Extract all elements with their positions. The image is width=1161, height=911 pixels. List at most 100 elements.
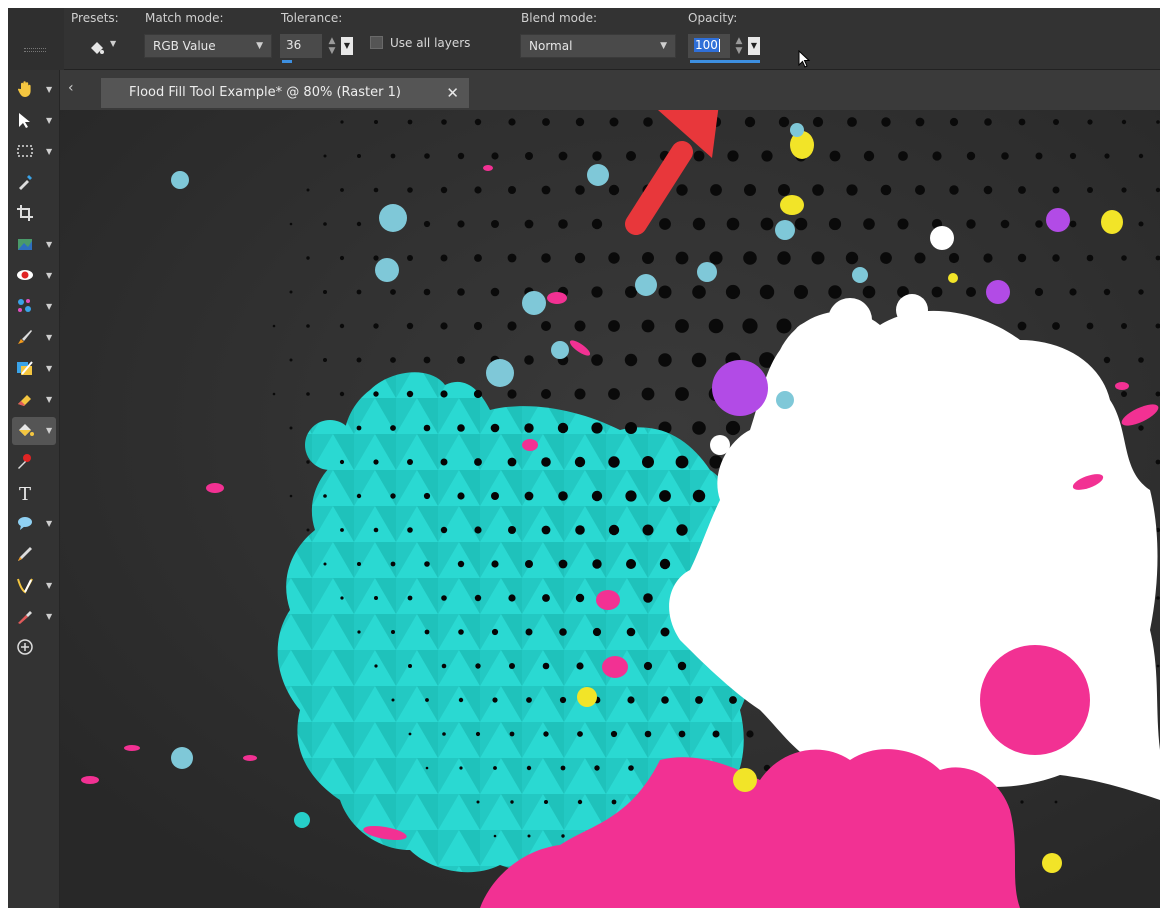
clone-brush-icon — [17, 361, 33, 375]
red-eye-tool[interactable]: ▼ — [12, 262, 56, 290]
paint-brush-tool[interactable]: ▼ — [12, 324, 56, 352]
halftone-dot — [577, 799, 583, 805]
opacity-slider-button[interactable]: ▼ — [748, 37, 760, 55]
dropper-icon — [19, 175, 32, 190]
halftone-dot — [373, 255, 379, 261]
halftone-dot — [725, 284, 741, 300]
warp-brush-tool[interactable]: ▼ — [12, 572, 56, 600]
text-icon: T — [19, 484, 31, 503]
halftone-dot — [357, 562, 361, 566]
match-mode-dropdown[interactable]: RGB Value ▼ — [144, 34, 272, 58]
halftone-dot — [863, 218, 875, 230]
halftone-dot — [558, 559, 568, 569]
halftone-dot — [778, 184, 790, 196]
text-tool[interactable]: T — [12, 479, 56, 507]
color-changer-tool[interactable] — [12, 448, 56, 476]
chevron-down-icon: ▼ — [46, 116, 53, 125]
halftone-dot — [272, 392, 276, 396]
halftone-dot — [1138, 357, 1144, 363]
halftone-dot — [759, 284, 775, 300]
halftone-dot — [983, 185, 993, 195]
halftone-dot — [441, 595, 447, 601]
flood-fill-tool[interactable]: ▼ — [12, 417, 56, 445]
halftone-dot — [474, 526, 482, 534]
paint-brush-icon — [18, 330, 32, 344]
halftone-dot — [323, 358, 327, 362]
halftone-dot — [340, 596, 344, 600]
halftone-dot — [526, 765, 532, 771]
document-tab-bar: ‹ Flood Fill Tool Example* @ 80% (Raster… — [60, 70, 1160, 110]
canvas-artwork — [60, 96, 1160, 908]
halftone-dot — [1121, 391, 1127, 397]
tolerance-slider-button[interactable]: ▼ — [341, 37, 353, 55]
halftone-dot — [642, 456, 654, 468]
halftone-dot — [727, 150, 739, 162]
straighten-tool[interactable]: ▼ — [12, 231, 56, 259]
toolbar-grip[interactable] — [8, 8, 64, 70]
halftone-dot — [423, 424, 431, 432]
pen-tool[interactable] — [12, 541, 56, 569]
clone-brush-tool[interactable]: ▼ — [12, 355, 56, 383]
halftone-dot — [608, 388, 620, 400]
halftone-dot — [340, 528, 344, 532]
picture-tube-icon — [18, 611, 32, 624]
close-icon[interactable]: ✕ — [446, 84, 459, 102]
halftone-dot — [340, 120, 344, 124]
crop-tool[interactable] — [12, 200, 56, 228]
opacity-spinner[interactable]: ▲ ▼ — [732, 36, 746, 58]
halftone-dot — [1121, 323, 1127, 329]
image-canvas[interactable] — [60, 96, 1160, 908]
pan-tool[interactable]: ▼ — [12, 76, 56, 104]
halftone-dot — [744, 116, 756, 128]
halftone-dot — [524, 219, 534, 229]
pick-tool[interactable]: ▼ — [12, 107, 56, 135]
halftone-dot — [659, 490, 671, 502]
halftone-dot — [339, 459, 345, 465]
halftone-dot — [591, 422, 603, 434]
halftone-dot — [626, 151, 636, 161]
halftone-dot — [1017, 321, 1027, 331]
halftone-dot — [948, 252, 960, 264]
chevron-left-icon[interactable]: ‹ — [68, 80, 74, 96]
halftone-dot — [424, 561, 430, 567]
halftone-dot — [440, 322, 448, 330]
blend-mode-dropdown[interactable]: Normal ▼ — [520, 34, 676, 58]
halftone-dot — [661, 696, 669, 704]
halftone-dot — [306, 324, 310, 328]
opacity-input[interactable]: 100 — [688, 34, 730, 58]
halftone-dot — [440, 390, 448, 398]
tolerance-input[interactable]: 36 — [280, 34, 322, 58]
chevron-down-icon: ▼ — [46, 426, 53, 435]
tolerance-spinner[interactable]: ▲ ▼ — [325, 36, 339, 58]
mouse-cursor-icon — [798, 50, 811, 68]
halftone-dot — [862, 285, 876, 299]
halftone-dot — [543, 731, 549, 737]
halftone-dot — [642, 252, 654, 264]
document-tab[interactable]: Flood Fill Tool Example* @ 80% (Raster 1… — [101, 78, 469, 108]
halftone-dot — [457, 424, 465, 432]
eraser-tool[interactable]: ▼ — [12, 386, 56, 414]
selection-tool[interactable]: ▼ — [12, 138, 56, 166]
halftone-dot — [356, 221, 362, 227]
add-tool-button[interactable] — [12, 634, 56, 662]
makeover-tool[interactable]: ▼ — [12, 293, 56, 321]
halftone-dot — [374, 120, 378, 124]
halftone-dot — [1069, 152, 1077, 160]
use-all-layers-checkbox[interactable] — [370, 36, 383, 49]
dropper-tool[interactable] — [12, 169, 56, 197]
halftone-dot — [966, 219, 976, 229]
halftone-dot — [557, 422, 569, 434]
picture-tube-tool[interactable]: ▼ — [12, 603, 56, 631]
preset-shape-tool[interactable]: ▼ — [12, 510, 56, 538]
halftone-dot — [458, 629, 464, 635]
halftone-dot — [828, 217, 842, 231]
halftone-dot — [692, 489, 706, 503]
halftone-dot — [561, 834, 565, 838]
halftone-dot — [423, 288, 431, 296]
halftone-dot — [475, 663, 481, 669]
presets-button[interactable]: ▼ — [88, 36, 122, 58]
halftone-dot — [794, 285, 808, 299]
halftone-dot — [406, 390, 414, 398]
halftone-dot — [692, 217, 706, 231]
halftone-dot — [289, 426, 293, 430]
